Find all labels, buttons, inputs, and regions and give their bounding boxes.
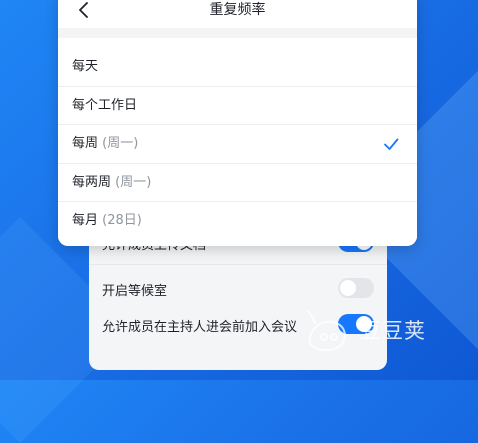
option-label: 每天 bbox=[72, 59, 99, 74]
option-every-workday[interactable]: 每个工作日 bbox=[58, 87, 417, 125]
repeat-frequency-popup: 重复频率 每天 每个工作日 每周 (周一) 每两周 (周一) 每月 (28日) bbox=[58, 0, 417, 246]
watermark-text: 豆豆荚 bbox=[360, 319, 426, 343]
toggle-knob bbox=[340, 280, 356, 296]
settings-row-label: 允许成员在主持人进会前加入会议 bbox=[102, 320, 298, 335]
waiting-room-toggle[interactable] bbox=[338, 278, 374, 298]
option-daily[interactable]: 每天 bbox=[58, 48, 417, 86]
back-button[interactable] bbox=[72, 0, 96, 22]
option-sublabel: (周一) bbox=[102, 136, 139, 151]
option-label: 每月 (28日) bbox=[72, 213, 142, 228]
option-biweekly[interactable]: 每两周 (周一) bbox=[58, 164, 417, 202]
option-label: 每两周 (周一) bbox=[72, 175, 152, 190]
divider bbox=[89, 264, 387, 265]
section-gap bbox=[58, 28, 417, 38]
popup-header: 重复频率 bbox=[58, 0, 417, 30]
option-sublabel: (周一) bbox=[115, 175, 152, 190]
chevron-left-icon bbox=[79, 2, 88, 18]
option-label: 每周 (周一) bbox=[72, 136, 139, 151]
watermark: 豆豆荚 bbox=[304, 304, 426, 356]
watermark-logo bbox=[304, 304, 360, 356]
option-monthly[interactable]: 每月 (28日) bbox=[58, 202, 417, 240]
option-label: 每个工作日 bbox=[72, 98, 138, 113]
settings-row-label: 开启等候室 bbox=[102, 284, 168, 299]
option-weekly[interactable]: 每周 (周一) bbox=[58, 125, 417, 163]
page-title: 重复频率 bbox=[209, 2, 266, 18]
checkmark-icon bbox=[384, 138, 399, 150]
option-sublabel: (28日) bbox=[102, 213, 142, 228]
